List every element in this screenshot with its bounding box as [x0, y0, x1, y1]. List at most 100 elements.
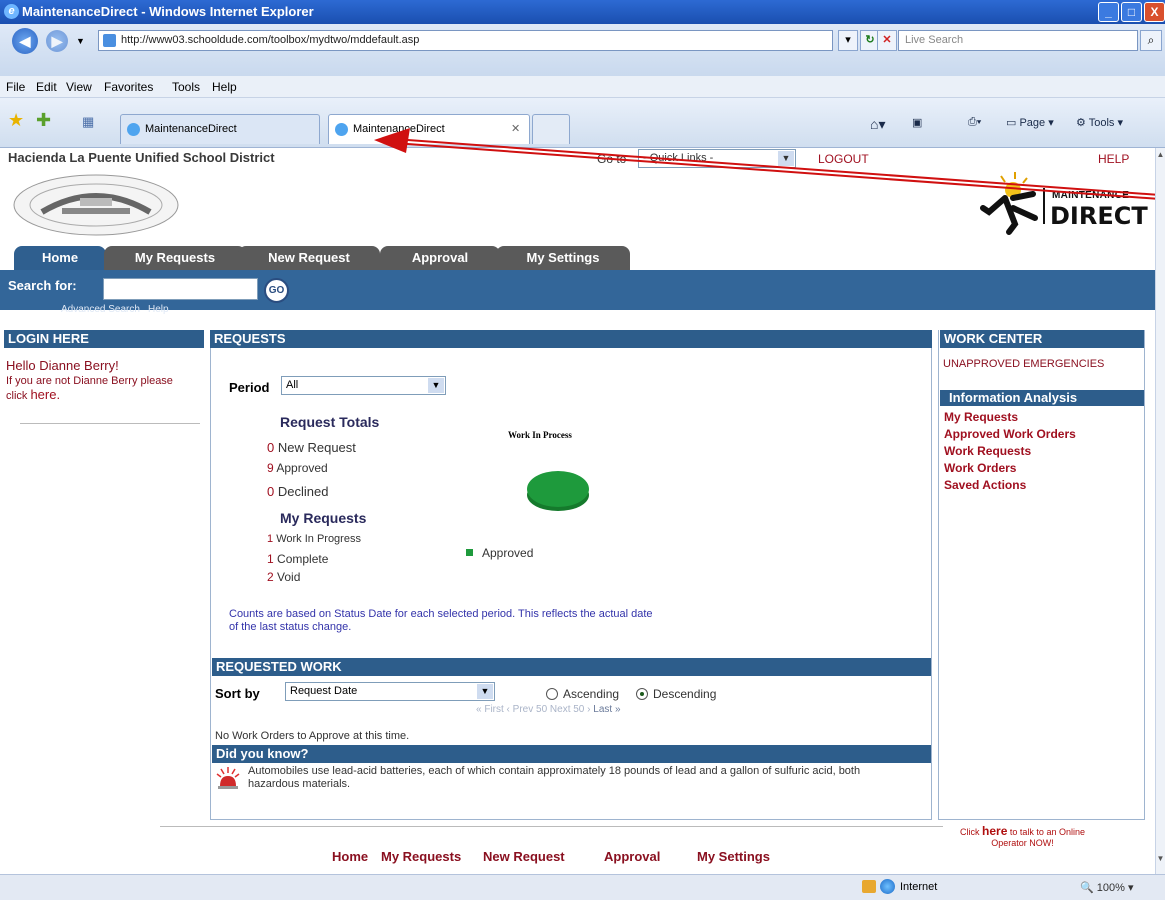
- period-label: Period: [229, 380, 270, 395]
- add-favorite-icon[interactable]: ✚: [36, 110, 51, 131]
- my-complete[interactable]: 1 Complete: [267, 552, 328, 566]
- district-name: Hacienda La Puente Unified School Distri…: [8, 150, 275, 165]
- tab-my-requests[interactable]: My Requests: [104, 246, 246, 270]
- address-dropdown-icon[interactable]: ▾: [838, 30, 858, 51]
- unapproved-emergencies-link[interactable]: UNAPPROVED EMERGENCIES: [943, 358, 1104, 370]
- footer-my-requests-link[interactable]: My Requests: [381, 849, 461, 864]
- ia-work-requests-link[interactable]: Work Requests: [944, 444, 1031, 458]
- district-seal-logo: [13, 174, 179, 236]
- ascending-label: Ascending: [563, 687, 620, 701]
- address-toolbar: ◀ ▶ ▼ http://www03.schooldude.com/toolbo…: [0, 24, 1165, 76]
- search-input[interactable]: [103, 278, 258, 300]
- footer-my-settings-link[interactable]: My Settings: [697, 849, 770, 864]
- menu-help[interactable]: Help: [212, 80, 237, 94]
- ia-approved-work-orders-link[interactable]: Approved Work Orders: [944, 427, 1076, 441]
- zoom-value: 100%: [1096, 882, 1125, 894]
- close-button[interactable]: X: [1144, 2, 1165, 22]
- menu-bar: File Edit View Favorites Tools Help: [0, 76, 1165, 98]
- page-scrollbar[interactable]: ▲ ▼: [1155, 148, 1165, 874]
- forward-icon[interactable]: ▶: [46, 30, 68, 52]
- go-button[interactable]: GO: [264, 278, 289, 303]
- did-you-know-title: Did you know?: [212, 745, 931, 763]
- menu-edit[interactable]: Edit: [36, 80, 57, 94]
- search-help-link[interactable]: Help: [148, 304, 169, 315]
- stat-label: New Request: [277, 440, 356, 455]
- pager-last-link[interactable]: Last »: [593, 704, 620, 715]
- footer-home-link[interactable]: Home: [332, 849, 368, 864]
- period-select[interactable]: All ▼: [281, 376, 446, 395]
- stat-count: 9: [267, 461, 274, 475]
- window-title: MaintenanceDirect - Windows Internet Exp…: [22, 4, 314, 19]
- legend-swatch-approved: [466, 549, 473, 556]
- legend-label-approved: Approved: [482, 546, 534, 560]
- ie-tab-icon: [335, 123, 348, 136]
- menu-tools[interactable]: Tools: [172, 80, 200, 94]
- search-icon[interactable]: ⌕: [1140, 30, 1162, 51]
- my-void[interactable]: 2 Void: [267, 570, 300, 584]
- descending-radio[interactable]: [636, 688, 648, 700]
- browser-tab-1[interactable]: MaintenanceDirect: [120, 114, 320, 144]
- requests-panel-title: REQUESTS: [210, 330, 932, 348]
- footer-new-request-link[interactable]: New Request: [483, 849, 565, 864]
- back-icon[interactable]: ◀: [12, 28, 38, 54]
- menu-view[interactable]: View: [66, 80, 92, 94]
- quick-tabs-icon[interactable]: ▦: [82, 114, 94, 130]
- scroll-up-icon[interactable]: ▲: [1156, 150, 1165, 159]
- chart-title: Work In Process: [508, 430, 572, 440]
- pager[interactable]: « First ‹ Prev 50 Next 50 › Last »: [476, 704, 621, 715]
- sort-by-select[interactable]: Request Date ▼: [285, 682, 495, 701]
- maximize-button[interactable]: □: [1121, 2, 1142, 22]
- tab-home[interactable]: Home: [14, 246, 106, 270]
- work-in-process-pie-chart: [527, 471, 589, 511]
- requested-work-title: REQUESTED WORK: [212, 658, 931, 676]
- menu-favorites[interactable]: Favorites: [104, 80, 153, 94]
- live-search-input[interactable]: Live Search: [898, 30, 1138, 51]
- counts-note: Counts are based on Status Date for each…: [229, 608, 653, 633]
- operator-here-link[interactable]: here: [982, 824, 1007, 838]
- chevron-down-icon: ▼: [428, 378, 444, 393]
- stat-label: Declined: [277, 484, 329, 499]
- work-center-title: WORK CENTER: [940, 330, 1144, 348]
- minimize-button[interactable]: _: [1098, 2, 1119, 22]
- stop-icon[interactable]: ✕: [877, 30, 897, 51]
- favorites-star-icon[interactable]: ★: [8, 110, 24, 131]
- divider: [20, 423, 200, 424]
- menu-file[interactable]: File: [6, 80, 25, 94]
- logo-text-direct: DIRECT: [1050, 202, 1148, 230]
- stat-declined[interactable]: 0 Declined: [267, 484, 328, 499]
- tab-my-settings[interactable]: My Settings: [496, 246, 630, 270]
- pie-slice-approved: [527, 471, 589, 507]
- pager-links[interactable]: « First ‹ Prev 50 Next 50 ›: [476, 704, 590, 715]
- tab-new-request[interactable]: New Request: [238, 246, 380, 270]
- address-bar[interactable]: http://www03.schooldude.com/toolbox/mydt…: [98, 30, 833, 51]
- ia-work-orders-link[interactable]: Work Orders: [944, 461, 1016, 475]
- scroll-down-icon[interactable]: ▼: [1156, 854, 1165, 863]
- browser-tab-1-label: MaintenanceDirect: [145, 123, 237, 135]
- did-you-know-fact: Automobiles use lead-acid batteries, eac…: [248, 765, 861, 790]
- stat-approved[interactable]: 9 Approved: [267, 461, 328, 475]
- online-operator-link[interactable]: Click here to talk to an Online Operator…: [955, 824, 1090, 849]
- alarm-light-icon: [216, 767, 240, 789]
- stat-count: 1: [267, 533, 274, 545]
- advanced-search-link[interactable]: Advanced Search: [61, 304, 140, 315]
- my-work-in-progress[interactable]: 1 Work In Progress: [267, 533, 361, 545]
- history-dropdown-icon[interactable]: ▼: [76, 36, 85, 46]
- ia-my-requests-link[interactable]: My Requests: [944, 410, 1018, 424]
- stat-label: Void: [277, 570, 301, 584]
- sort-by-label: Sort by: [215, 686, 260, 701]
- tab-approval[interactable]: Approval: [380, 246, 500, 270]
- ia-saved-actions-link[interactable]: Saved Actions: [944, 478, 1026, 492]
- zoom-level[interactable]: 🔍 100% ▾: [1080, 881, 1133, 894]
- stat-new-request[interactable]: 0 New Request: [267, 440, 356, 455]
- ie-icon: e: [4, 4, 19, 19]
- footer-approval-link[interactable]: Approval: [604, 849, 660, 864]
- popup-blocker-icon[interactable]: [862, 880, 876, 893]
- ie-tab-icon: [127, 123, 140, 136]
- stat-label: Work In Progress: [276, 533, 361, 545]
- ascending-radio[interactable]: [546, 688, 558, 700]
- stat-count: 0: [267, 484, 275, 499]
- request-totals-heading: Request Totals: [280, 414, 380, 430]
- stat-count: 0: [267, 440, 275, 455]
- descending-label: Descending: [653, 687, 717, 701]
- login-here-link[interactable]: here.: [30, 387, 60, 402]
